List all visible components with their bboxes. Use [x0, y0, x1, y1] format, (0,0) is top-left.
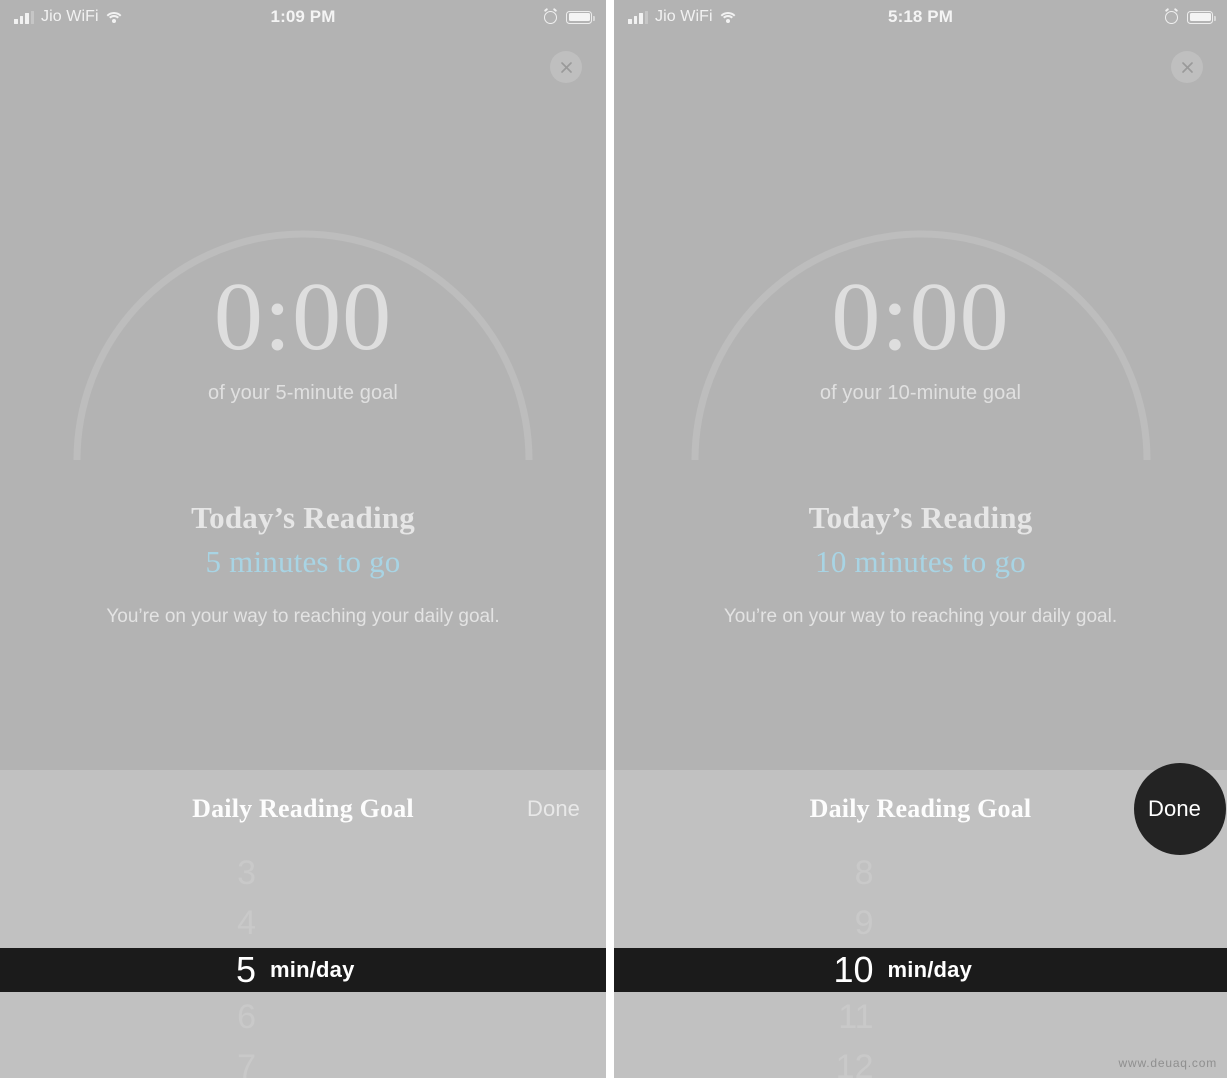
carrier-label: Jio WiFi — [41, 8, 99, 25]
picker-selected-value: 5 — [235, 949, 256, 990]
status-bar-right — [544, 10, 595, 24]
status-bar: Jio WiFi 5:18 PM — [614, 0, 1227, 34]
close-icon — [560, 61, 572, 73]
status-bar-left: Jio WiFi — [628, 8, 737, 26]
timer-value: 0:00 — [831, 263, 1010, 371]
alarm-clock-icon — [544, 10, 557, 24]
reading-note: You’re on your way to reaching your dail… — [723, 606, 1118, 627]
daily-goal-sheet: Daily Reading Goal Done 8 9 10 min/day 1… — [614, 763, 1227, 1078]
picker-option-value: 3 — [237, 853, 256, 892]
sheet-header: Daily Reading Goal Done — [614, 763, 1227, 855]
picker-unit-label: min/day — [270, 957, 355, 982]
picker-option-value: 9 — [854, 903, 874, 942]
reading-remaining: 10 minutes to go — [815, 544, 1026, 579]
picker-option[interactable]: 6 — [0, 992, 606, 1042]
picker-option-value: 6 — [237, 997, 256, 1036]
status-bar-right — [1165, 10, 1216, 24]
status-bar: Jio WiFi 1:09 PM — [0, 0, 606, 34]
picker-option-value: 7 — [237, 1047, 256, 1078]
picker-option[interactable]: 8 — [614, 848, 1227, 898]
goal-picker[interactable]: 3 4 5 min/day 6 7 — [0, 848, 606, 1078]
picker-rows[interactable]: 8 9 10 min/day 11 12 — [614, 848, 1227, 1078]
reading-summary: Today’s Reading 10 minutes to go You’re … — [614, 500, 1227, 628]
cellular-bars-icon — [14, 10, 34, 24]
close-icon — [1181, 61, 1193, 73]
close-button[interactable] — [1171, 51, 1203, 83]
done-button[interactable]: Done — [1148, 796, 1201, 822]
goal-subtitle: of your 10-minute goal — [819, 382, 1022, 404]
daily-goal-sheet: Daily Reading Goal Done 3 4 5 min/day 6 … — [0, 770, 606, 1078]
sheet-header: Daily Reading Goal Done — [0, 770, 606, 848]
screenshot-stage: Jio WiFi 1:09 PM 0:00 of your 5-minute g… — [0, 0, 1227, 1078]
close-button[interactable] — [550, 51, 582, 83]
picker-option-value: 12 — [835, 1047, 874, 1078]
picker-rows[interactable]: 3 4 5 min/day 6 7 — [0, 848, 606, 1078]
wifi-icon — [106, 11, 123, 24]
sheet-title: Daily Reading Goal — [809, 794, 1032, 823]
goal-picker[interactable]: 8 9 10 min/day 11 12 — [614, 848, 1227, 1078]
reading-title: Today’s Reading — [191, 500, 415, 535]
picker-unit-label: min/day — [887, 957, 973, 982]
reading-title: Today’s Reading — [808, 500, 1033, 535]
picker-option[interactable]: 7 — [0, 1042, 606, 1078]
picker-option[interactable]: 4 — [0, 898, 606, 948]
picker-selected-value: 10 — [833, 949, 874, 990]
battery-icon — [566, 10, 595, 24]
phone-screen-right: Jio WiFi 5:18 PM 0:00 of your 10-minute … — [614, 0, 1227, 1078]
picker-option-selected[interactable]: 10 min/day — [614, 948, 1227, 992]
carrier-label: Jio WiFi — [655, 8, 713, 25]
reading-summary: Today’s Reading 5 minutes to go You’re o… — [0, 500, 606, 628]
picker-option[interactable]: 11 — [614, 992, 1227, 1042]
picker-option-value: 4 — [237, 903, 256, 942]
picker-option[interactable]: 3 — [0, 848, 606, 898]
picker-option-value: 8 — [854, 853, 874, 892]
picker-option[interactable]: 9 — [614, 898, 1227, 948]
timer-block: 0:00 of your 5-minute goal — [0, 268, 606, 405]
reading-note: You’re on your way to reaching your dail… — [106, 606, 500, 627]
cellular-bars-icon — [628, 10, 648, 24]
status-bar-left: Jio WiFi — [14, 8, 123, 26]
sheet-title: Daily Reading Goal — [192, 794, 414, 823]
battery-icon — [1187, 10, 1216, 24]
done-button[interactable]: Done — [527, 796, 580, 822]
site-watermark: www.deuaq.com — [1118, 1056, 1217, 1070]
picker-option-selected[interactable]: 5 min/day — [0, 948, 606, 992]
phone-screen-left: Jio WiFi 1:09 PM 0:00 of your 5-minute g… — [0, 0, 606, 1078]
reading-remaining: 5 minutes to go — [205, 544, 401, 579]
panel-divider — [606, 0, 614, 1078]
picker-option-value: 11 — [838, 997, 874, 1036]
wifi-icon — [720, 11, 737, 24]
timer-block: 0:00 of your 10-minute goal — [614, 268, 1227, 405]
alarm-clock-icon — [1165, 10, 1178, 24]
timer-value: 0:00 — [213, 263, 393, 371]
goal-subtitle: of your 5-minute goal — [208, 382, 398, 404]
